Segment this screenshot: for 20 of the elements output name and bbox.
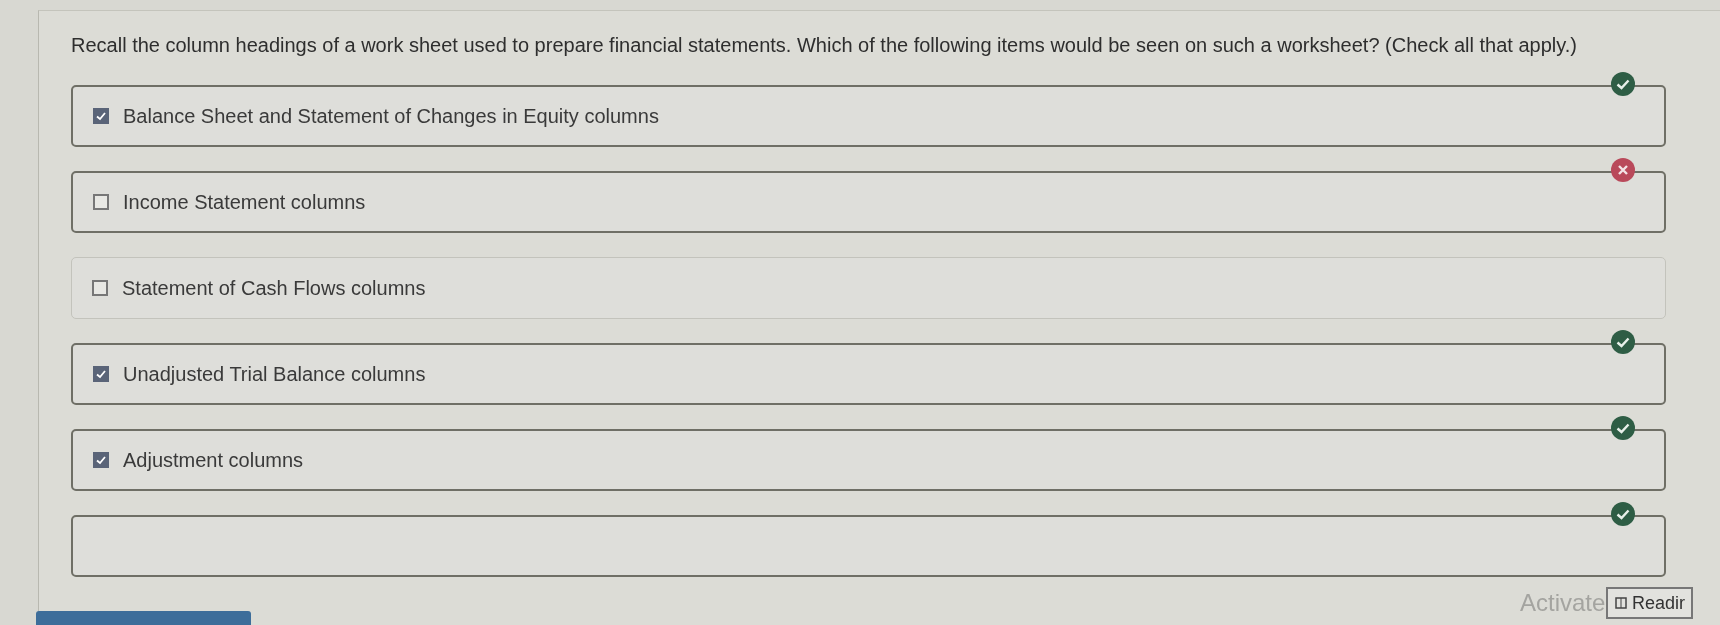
checkbox[interactable] [93,366,109,382]
checkbox[interactable] [92,280,108,296]
option-label: Unadjusted Trial Balance columns [123,362,426,386]
answer-option[interactable]: Adjustment columns [71,429,1666,491]
answer-option[interactable] [71,515,1666,577]
option-label: Statement of Cash Flows columns [122,276,426,300]
checkbox[interactable] [93,452,109,468]
checkbox[interactable] [93,194,109,210]
option-label: Income Statement columns [123,190,366,214]
book-icon [1614,596,1628,610]
checkbox[interactable] [93,108,109,124]
reading-button[interactable]: Readir [1606,587,1694,619]
answer-option[interactable]: Income Statement columns [71,171,1666,233]
option-label: Adjustment columns [123,448,304,472]
answer-option[interactable]: Unadjusted Trial Balance columns [71,343,1666,405]
question-text: Recall the column headings of a work sheet used to prepare financial statements. Which of the following items would be seen on such a worksheet? (Check all that apply.) [71,33,1578,58]
option-label: Balance Sheet and Statement of Changes in Equity columns [123,104,659,128]
answer-option[interactable]: Statement of Cash Flows columns [71,257,1666,319]
overlay-text: Activate [1520,589,1606,617]
answer-option[interactable]: Balance Sheet and Statement of Changes in Equity columns [71,85,1666,147]
